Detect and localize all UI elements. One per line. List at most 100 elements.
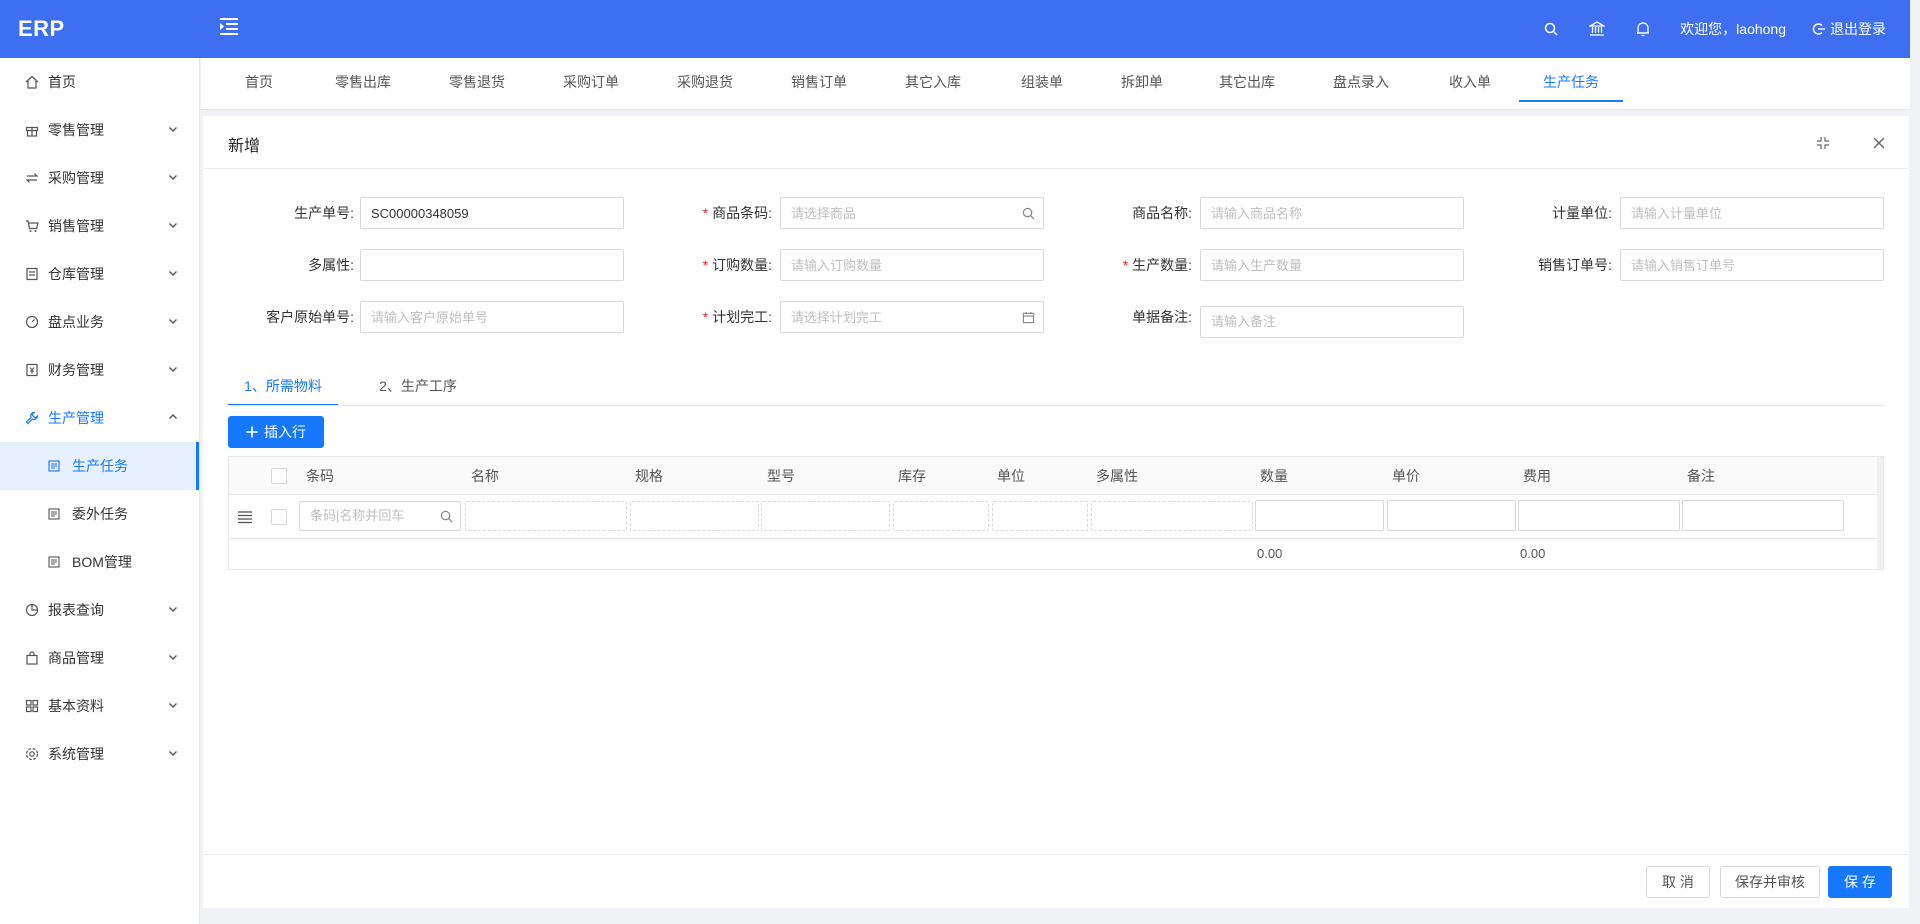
sidebar-subitem-production-task[interactable]: 生产任务	[0, 442, 199, 490]
logout-label: 退出登录	[1830, 21, 1886, 37]
sidebar-subitem-outsource-task[interactable]: 委外任务	[0, 490, 199, 538]
sidebar-subitem-bom[interactable]: BOM管理	[0, 538, 199, 586]
code-search-input[interactable]: 条码|名称并回车	[299, 501, 461, 531]
row-checkbox[interactable]	[271, 509, 287, 525]
calendar-icon[interactable]	[1021, 310, 1035, 324]
sales-order-no-input[interactable]	[1620, 249, 1884, 281]
column-header: 规格	[635, 468, 663, 484]
materials-table: 条码 名称 规格 型号 库存 单位 多属性 数量 单价 费用 备注 条码|名称并…	[228, 456, 1884, 570]
barcode-label: * 商品条码:	[702, 205, 772, 221]
sidebar-item-label: 基本资料	[48, 698, 104, 714]
prod-no-input[interactable]	[360, 197, 624, 229]
plan-finish-label: * 计划完工:	[702, 309, 772, 325]
tab-retail-return[interactable]: 零售退货	[437, 58, 517, 110]
bank-icon[interactable]	[1588, 20, 1606, 38]
search-icon[interactable]	[1542, 20, 1560, 38]
menu-fold-icon[interactable]	[218, 16, 240, 38]
chevron-down-icon	[169, 271, 177, 276]
tab-income[interactable]: 收入单	[1435, 58, 1505, 110]
sidebar-item-purchase[interactable]: 采购管理	[0, 154, 199, 202]
tab-other-out[interactable]: 其它出库	[1207, 58, 1287, 110]
home-icon	[24, 74, 40, 90]
column-header: 单价	[1392, 468, 1420, 484]
table-scrollbar[interactable]	[1877, 457, 1883, 569]
sidebar-item-reports[interactable]: 报表查询	[0, 586, 199, 634]
sidebar-item-basic-data[interactable]: 基本资料	[0, 682, 199, 730]
cart-icon	[24, 218, 40, 234]
sidebar-item-production[interactable]: 生产管理	[0, 394, 199, 442]
column-header: 数量	[1260, 468, 1288, 484]
close-icon[interactable]	[1870, 134, 1888, 152]
goods-name-label: 商品名称:	[1132, 205, 1192, 221]
tab-sales-order[interactable]: 销售订单	[779, 58, 859, 110]
unit-price-input[interactable]	[1387, 500, 1516, 531]
remark-input[interactable]	[1682, 500, 1844, 531]
gift-icon	[24, 122, 40, 138]
tab-purchase-return[interactable]: 采购退货	[665, 58, 745, 110]
column-header: 库存	[898, 468, 926, 484]
tab-purchase-order[interactable]: 采购订单	[551, 58, 631, 110]
multi-attr-input[interactable]	[360, 249, 624, 281]
column-header: 多属性	[1096, 468, 1138, 484]
search-icon[interactable]	[439, 509, 453, 523]
tab-retail-out[interactable]: 零售出库	[323, 58, 403, 110]
plan-finish-input[interactable]	[780, 301, 1044, 333]
remark-textarea[interactable]	[1200, 306, 1464, 338]
sidebar-item-finance[interactable]: 财务管理	[0, 346, 199, 394]
multi-attr-label: 多属性:	[308, 257, 354, 273]
chevron-down-icon	[169, 703, 177, 708]
save-button[interactable]: 保 存	[1828, 866, 1892, 898]
sub-tabs-divider	[228, 405, 1884, 406]
prod-qty-label: * 生产数量:	[1122, 257, 1192, 273]
sidebar-item-label: 零售管理	[48, 122, 104, 138]
customer-no-label: 客户原始单号:	[266, 309, 354, 325]
tab-production-task[interactable]: 生产任务	[1519, 58, 1623, 110]
insert-row-label: 插入行	[264, 424, 306, 440]
tab-required-materials[interactable]: 1、所需物料	[228, 366, 338, 406]
fullscreen-exit-icon[interactable]	[1814, 134, 1832, 152]
unit-input[interactable]	[1620, 197, 1884, 229]
customer-no-input[interactable]	[360, 301, 624, 333]
sidebar-item-system[interactable]: 系统管理	[0, 730, 199, 778]
cancel-button[interactable]: 取 消	[1646, 866, 1710, 898]
select-all-checkbox[interactable]	[271, 468, 287, 484]
sidebar-item-sales[interactable]: 销售管理	[0, 202, 199, 250]
tab-production-process[interactable]: 2、生产工序	[363, 366, 473, 406]
sidebar-item-label: 采购管理	[48, 170, 104, 186]
tab-disassembly[interactable]: 拆卸单	[1107, 58, 1177, 110]
cost-input[interactable]	[1518, 500, 1680, 531]
sidebar-item-warehouse[interactable]: 仓库管理	[0, 250, 199, 298]
search-icon[interactable]	[1021, 206, 1035, 220]
plus-icon	[246, 426, 258, 438]
insert-row-button[interactable]: 插入行	[228, 416, 324, 448]
column-header: 名称	[471, 468, 499, 484]
save-audit-button[interactable]: 保存并审核	[1720, 866, 1820, 898]
prod-no-label: 生产单号:	[294, 205, 354, 221]
chevron-down-icon	[169, 127, 177, 132]
barcode-input[interactable]	[780, 197, 1044, 229]
total-quantity: 0.00	[1257, 546, 1283, 561]
chevron-up-icon	[169, 414, 177, 419]
total-cost: 0.00	[1520, 546, 1546, 561]
tab-stock-check[interactable]: 盘点录入	[1321, 58, 1401, 110]
modal-header: 新增	[203, 116, 1909, 169]
tab-other-in[interactable]: 其它入库	[893, 58, 973, 110]
sidebar-item-goods[interactable]: 商品管理	[0, 634, 199, 682]
name-cell	[465, 501, 627, 531]
sidebar-item-home[interactable]: 首页	[0, 58, 199, 106]
top-header: ERP 欢迎您，laohong 退出登录	[0, 0, 1910, 58]
sidebar-item-retail[interactable]: 零售管理	[0, 106, 199, 154]
logout-button[interactable]: 退出登录	[1812, 19, 1886, 39]
goods-name-input[interactable]	[1200, 197, 1464, 229]
sidebar-item-label: 仓库管理	[48, 266, 104, 282]
tab-assembly[interactable]: 组装单	[1007, 58, 1077, 110]
setting-icon	[24, 746, 40, 762]
order-qty-input[interactable]	[780, 249, 1044, 281]
prod-qty-input[interactable]	[1200, 249, 1464, 281]
drag-handle-icon[interactable]	[237, 509, 253, 525]
quantity-input[interactable]	[1255, 500, 1384, 531]
bell-icon[interactable]	[1634, 20, 1652, 38]
tab-home[interactable]: 首页	[229, 58, 289, 110]
swap-icon	[24, 170, 40, 186]
sidebar-item-inventory-check[interactable]: 盘点业务	[0, 298, 199, 346]
